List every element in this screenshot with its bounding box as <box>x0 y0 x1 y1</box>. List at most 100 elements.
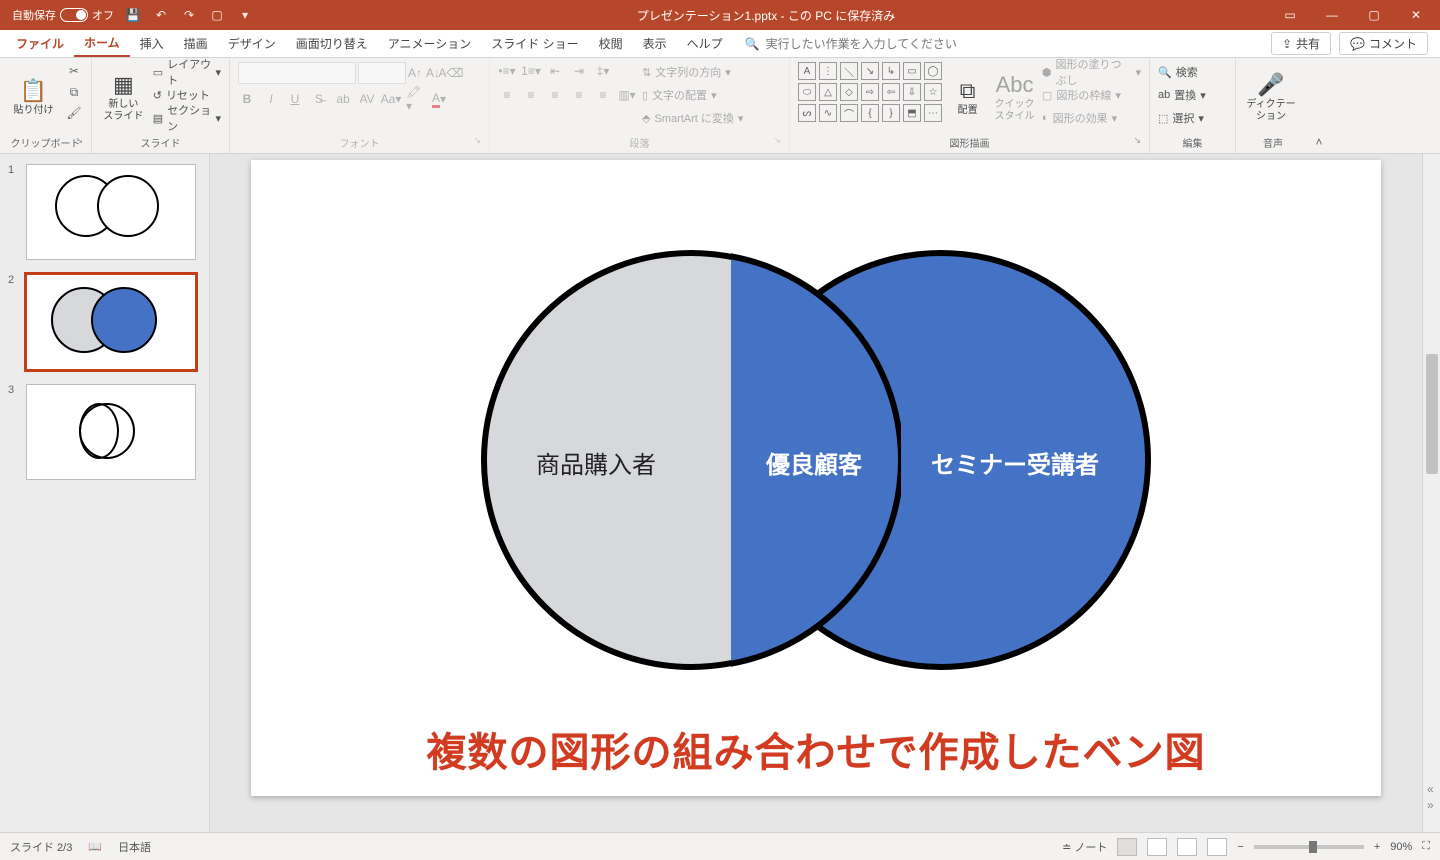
slide-canvas[interactable]: 商品購入者 優良顧客 セミナー受講者 複数の図形の組み合わせで作成したベン図 <box>251 160 1381 796</box>
new-slide-button[interactable]: ▦ 新しい スライド <box>100 62 147 132</box>
tab-file[interactable]: ファイル <box>6 30 74 57</box>
slide-thumbnails-panel[interactable]: 1 2 3 <box>0 154 210 832</box>
align-right-icon[interactable]: ≡ <box>546 86 564 104</box>
shape-downarrow-icon[interactable]: ⇩ <box>903 83 921 101</box>
justify-icon[interactable]: ≡ <box>570 86 588 104</box>
cut-icon[interactable]: ✂ <box>65 62 83 80</box>
font-size-combo[interactable] <box>358 62 406 84</box>
font-family-combo[interactable] <box>238 62 356 84</box>
normal-view-icon[interactable] <box>1117 838 1137 856</box>
tab-insert[interactable]: 挿入 <box>130 30 174 57</box>
zoom-slider-thumb[interactable] <box>1309 841 1317 853</box>
dialog-launcher-icon[interactable]: ↘ <box>75 135 83 146</box>
bold-icon[interactable]: B <box>238 90 256 108</box>
undo-icon[interactable]: ↶ <box>152 6 170 24</box>
text-direction-button[interactable]: ⇅文字列の方向▾ <box>642 62 743 82</box>
venn-diagram[interactable]: 商品購入者 優良顧客 セミナー受講者 <box>481 250 1161 680</box>
shape-lbrace-icon[interactable]: { <box>861 104 879 122</box>
spellcheck-icon[interactable]: 📖 <box>88 840 102 853</box>
shape-curve-icon[interactable]: ∿ <box>819 104 837 122</box>
shape-leftarrow-icon[interactable]: ⇦ <box>882 83 900 101</box>
shape-effects-button[interactable]: ◐図形の効果▾ <box>1042 108 1141 128</box>
from-beginning-icon[interactable]: ▢ <box>208 6 226 24</box>
tab-animations[interactable]: アニメーション <box>378 30 482 57</box>
shape-arc-icon[interactable]: ⌒ <box>840 104 858 122</box>
reading-view-icon[interactable] <box>1177 838 1197 856</box>
align-text-button[interactable]: ▯文字の配置▾ <box>642 85 743 105</box>
align-left-icon[interactable]: ≡ <box>498 86 516 104</box>
shape-outline-button[interactable]: ▢図形の枠線▾ <box>1042 85 1141 105</box>
shape-more-icon[interactable]: ⋯ <box>924 104 942 122</box>
convert-smartart-button[interactable]: ⬘SmartArt に変換▾ <box>642 108 743 128</box>
tab-home[interactable]: ホーム <box>74 30 130 57</box>
italic-icon[interactable]: I <box>262 90 280 108</box>
shape-rbrace-icon[interactable]: } <box>882 104 900 122</box>
tab-review[interactable]: 校閲 <box>589 30 633 57</box>
shape-triangle-icon[interactable]: △ <box>819 83 837 101</box>
tab-design[interactable]: デザイン <box>218 30 286 57</box>
underline-icon[interactable]: U <box>286 90 304 108</box>
fit-to-window-icon[interactable]: ⛶ <box>1422 840 1430 853</box>
section-button[interactable]: ▤セクション▾ <box>153 108 221 128</box>
shape-rect-icon[interactable]: ▭ <box>903 62 921 80</box>
save-icon[interactable]: 💾 <box>124 6 142 24</box>
tab-transitions[interactable]: 画面切り替え <box>286 30 378 57</box>
sorter-view-icon[interactable] <box>1147 838 1167 856</box>
find-button[interactable]: 🔍検索 <box>1158 62 1206 82</box>
dialog-launcher-icon[interactable]: ↘ <box>473 135 481 146</box>
increase-indent-icon[interactable]: ⇥ <box>570 62 588 80</box>
bullets-icon[interactable]: •≡▾ <box>498 62 516 80</box>
slide-caption[interactable]: 複数の図形の組み合わせで作成したベン図 <box>251 720 1381 778</box>
shapes-gallery[interactable]: A ⋮ ＼ ↘ ↳ ▭ ◯ ⬭ △ ◇ ⇨ ⇦ ⇩ ☆ ᔕ ∿ ⌒ { } ⬒ <box>798 62 942 122</box>
tell-me-search[interactable]: 🔍 実行したい作業を入力してください <box>745 35 957 52</box>
line-spacing-icon[interactable]: ‡▾ <box>594 62 612 80</box>
shape-fill-button[interactable]: ⬢図形の塗りつぶし▾ <box>1042 62 1141 82</box>
redo-icon[interactable]: ↷ <box>180 6 198 24</box>
numbering-icon[interactable]: 1≡▾ <box>522 62 540 80</box>
next-slide-icon[interactable]: » <box>1427 798 1434 812</box>
strikethrough-icon[interactable]: S̶ <box>310 90 328 108</box>
highlight-icon[interactable]: 🖍▾ <box>406 90 424 108</box>
tab-help[interactable]: ヘルプ <box>677 30 733 57</box>
quick-styles-button[interactable]: Abc クイック スタイル <box>993 62 1036 132</box>
prev-slide-icon[interactable]: « <box>1427 782 1434 796</box>
tab-draw[interactable]: 描画 <box>174 30 218 57</box>
format-painter-icon[interactable]: 🖌 <box>65 104 83 122</box>
distributed-icon[interactable]: ≡ <box>594 86 612 104</box>
shape-roundrect-icon[interactable]: ⬭ <box>798 83 816 101</box>
ribbon-display-options-icon[interactable]: ▭ <box>1278 3 1302 27</box>
language-indicator[interactable]: 日本語 <box>118 839 151 855</box>
zoom-slider[interactable] <box>1254 845 1364 849</box>
clear-formatting-icon[interactable]: A⌫ <box>442 64 460 82</box>
shape-vtextbox-icon[interactable]: ⋮ <box>819 62 837 80</box>
shape-rightarrow-icon[interactable]: ⇨ <box>861 83 879 101</box>
align-center-icon[interactable]: ≡ <box>522 86 540 104</box>
dialog-launcher-icon[interactable]: ↘ <box>773 135 781 146</box>
layout-button[interactable]: ▭レイアウト▾ <box>153 62 221 82</box>
venn-right-label[interactable]: セミナー受講者 <box>931 445 1099 480</box>
maximize-icon[interactable]: ▢ <box>1362 3 1386 27</box>
share-button[interactable]: ⇪共有 <box>1271 32 1331 55</box>
shape-connector-icon[interactable]: ↳ <box>882 62 900 80</box>
tab-slideshow[interactable]: スライド ショー <box>481 30 588 57</box>
vertical-scrollbar[interactable]: « » <box>1422 154 1440 832</box>
zoom-out-icon[interactable]: − <box>1237 841 1243 853</box>
collapse-ribbon-icon[interactable]: ˄ <box>1310 135 1328 153</box>
shape-line-icon[interactable]: ＼ <box>840 62 858 80</box>
slide-thumbnail-2[interactable] <box>26 274 196 370</box>
decrease-indent-icon[interactable]: ⇤ <box>546 62 564 80</box>
venn-left-label[interactable]: 商品購入者 <box>536 445 656 480</box>
customize-qat-icon[interactable]: ▾ <box>236 6 254 24</box>
shape-arrow-icon[interactable]: ↘ <box>861 62 879 80</box>
char-spacing-icon[interactable]: AV <box>358 90 376 108</box>
shadow-icon[interactable]: ab <box>334 90 352 108</box>
arrange-button[interactable]: ⧉ 配置 <box>948 62 987 132</box>
paste-button[interactable]: 📋 貼り付け <box>8 62 59 132</box>
shape-callout-icon[interactable]: ⬒ <box>903 104 921 122</box>
shape-freeform-icon[interactable]: ᔕ <box>798 104 816 122</box>
shape-diamond-icon[interactable]: ◇ <box>840 83 858 101</box>
select-button[interactable]: ⬚選択▾ <box>1158 108 1206 128</box>
replace-button[interactable]: ab置換▾ <box>1158 85 1206 105</box>
autosave-toggle[interactable]: 自動保存 オフ <box>12 7 114 23</box>
copy-icon[interactable]: ⧉ <box>65 83 83 101</box>
